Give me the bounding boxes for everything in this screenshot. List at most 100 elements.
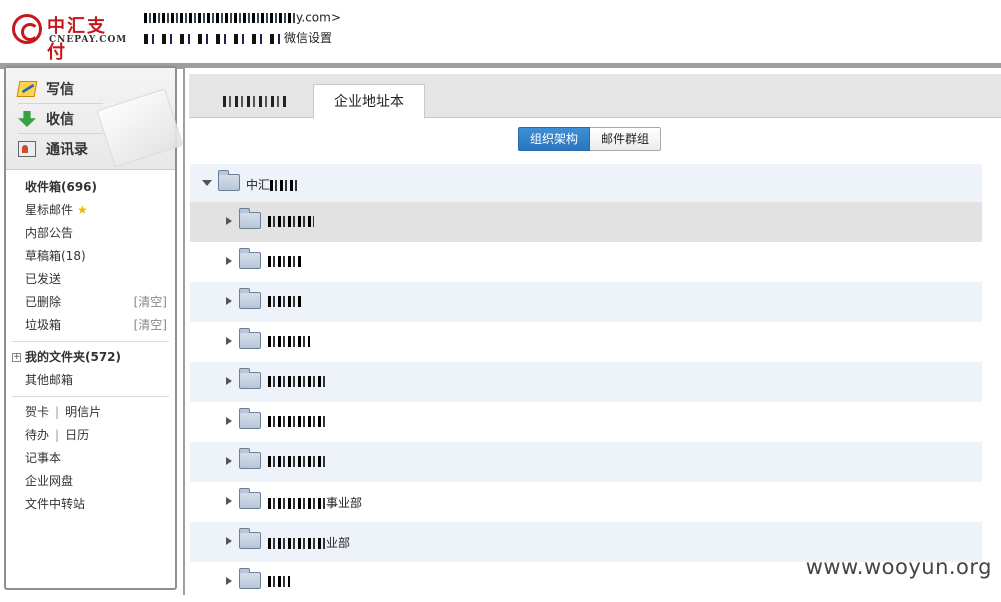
receive-button[interactable]: 收信 [18, 105, 108, 133]
folder-label: 已发送 [25, 272, 61, 286]
folder-icon [218, 174, 240, 191]
redacted-tab-label [223, 96, 289, 107]
expand-arrow-icon[interactable] [226, 417, 232, 425]
expand-arrow-icon[interactable] [226, 377, 232, 385]
folder-icon [239, 412, 261, 429]
divider [12, 396, 169, 397]
header: 中汇支付 CNEPAY.COM y.com> 微信设置 [0, 0, 1001, 64]
tree-node-label: 事业部 [268, 494, 362, 511]
folder-icon [239, 252, 261, 269]
write-button[interactable]: 写信 [18, 75, 108, 103]
tab-label: 企业地址本 [334, 94, 404, 110]
folder-label: 内部公告 [25, 226, 73, 240]
expand-arrow-icon[interactable] [226, 297, 232, 305]
folder-deleted[interactable]: 已删除[清空] [6, 291, 175, 314]
tab-enterprise-addressbook[interactable]: 企业地址本 [313, 84, 425, 119]
company-logo[interactable]: 中汇支付 CNEPAY.COM [10, 12, 125, 48]
view-toggle: 组织架构 邮件群组 [518, 127, 661, 151]
tree-root[interactable]: 中汇 [190, 164, 982, 202]
folder-icon [239, 492, 261, 509]
download-arrow-icon [18, 111, 36, 127]
folder-announcements[interactable]: 内部公告 [6, 222, 175, 245]
tree-node[interactable] [190, 282, 982, 322]
envelope-decoration-icon [96, 88, 183, 167]
folder-inbox[interactable]: 收件箱(696) [6, 176, 175, 199]
empty-deleted-button[interactable]: [清空] [134, 291, 167, 314]
expand-arrow-icon[interactable] [226, 497, 232, 505]
folder-starred[interactable]: 星标邮件★ [6, 199, 175, 222]
folder-icon [239, 292, 261, 309]
folder-label: 星标邮件 [25, 203, 73, 217]
folder-label: 垃圾箱 [25, 318, 61, 332]
folder-icon [239, 372, 261, 389]
disk-link[interactable]: 企业网盘 [6, 470, 175, 493]
tree-node[interactable] [190, 202, 982, 242]
folder-icon [239, 452, 261, 469]
other-mailbox[interactable]: 其他邮箱 [6, 369, 175, 392]
expand-plus-icon[interactable]: + [12, 353, 21, 362]
folder-drafts[interactable]: 草稿箱(18) [6, 245, 175, 268]
write-label: 写信 [46, 79, 74, 99]
logo-domain: CNEPAY.COM [49, 35, 127, 45]
folder-icon [239, 572, 261, 589]
folder-list: 收件箱(696) 星标邮件★ 内部公告 草稿箱(18) 已发送 已删除[清空] … [6, 176, 175, 516]
compose-area: 写信 收信 通讯录 [6, 68, 175, 170]
account-links: 微信设置 [144, 29, 332, 46]
postcard-link[interactable]: 明信片 [65, 405, 101, 419]
tree-node[interactable] [190, 362, 982, 402]
notes-link[interactable]: 记事本 [6, 447, 175, 470]
mail-groups-button[interactable]: 邮件群组 [590, 127, 661, 151]
divider [18, 133, 103, 134]
separator: | [55, 428, 59, 442]
settings-link[interactable]: 微信设置 [284, 31, 332, 45]
tree-node-label [268, 214, 314, 228]
collapse-arrow-icon[interactable] [202, 180, 212, 186]
tree-node[interactable] [190, 442, 982, 482]
folder-label: 企业网盘 [25, 474, 73, 488]
calendar-link[interactable]: 日历 [65, 428, 89, 442]
tab-personal-addressbook[interactable] [203, 84, 309, 119]
tree-node-label [268, 374, 326, 388]
folder-junk[interactable]: 垃圾箱 [清空] [6, 314, 175, 337]
tree-node[interactable] [190, 402, 982, 442]
contacts-label: 通讯录 [46, 139, 88, 159]
separator: | [55, 405, 59, 419]
account-email-suffix: y.com> [296, 11, 341, 25]
tree-node-label [268, 414, 326, 428]
tree-node-label [268, 254, 302, 268]
tree-node-label: 业部 [268, 534, 350, 551]
expand-arrow-icon[interactable] [226, 537, 232, 545]
expand-arrow-icon[interactable] [226, 217, 232, 225]
contacts-button[interactable]: 通讯录 [18, 135, 108, 163]
divider [12, 341, 169, 342]
expand-arrow-icon[interactable] [226, 337, 232, 345]
folder-icon [239, 332, 261, 349]
contact-card-icon [18, 141, 36, 157]
transfer-link[interactable]: 文件中转站 [6, 493, 175, 516]
account-email[interactable]: y.com> [144, 10, 341, 25]
divider [18, 103, 103, 104]
card-link[interactable]: 贺卡 [25, 405, 49, 419]
empty-junk-button[interactable]: [清空] [134, 314, 167, 337]
my-folders[interactable]: + 我的文件夹(572) [6, 346, 175, 369]
expand-arrow-icon[interactable] [226, 577, 232, 585]
watermark-text: www.wooyun.org [806, 555, 992, 579]
tree-node-label [268, 574, 290, 588]
tree-node[interactable]: 事业部 [190, 482, 982, 522]
tools-row-todo: 待办 | 日历 [6, 424, 175, 447]
folder-sent[interactable]: 已发送 [6, 268, 175, 291]
folder-label: 收件箱(696) [25, 180, 97, 194]
main-panel: 企业地址本 组织架构 邮件群组 中汇 [183, 66, 1001, 595]
tree-node[interactable] [190, 322, 982, 362]
tree-node[interactable] [190, 242, 982, 282]
expand-arrow-icon[interactable] [226, 457, 232, 465]
org-structure-button[interactable]: 组织架构 [518, 127, 590, 151]
redacted-links [144, 34, 284, 44]
folder-label: 记事本 [25, 451, 61, 465]
tree-node-label [268, 334, 310, 348]
tree-root-label: 中汇 [246, 176, 300, 193]
expand-arrow-icon[interactable] [226, 257, 232, 265]
folder-label: 我的文件夹(572) [25, 350, 121, 364]
todo-link[interactable]: 待办 [25, 428, 49, 442]
sidebar: 写信 收信 通讯录 收件箱(696) 星标邮件★ 内部公告 草稿箱(18) 已发… [4, 66, 177, 590]
